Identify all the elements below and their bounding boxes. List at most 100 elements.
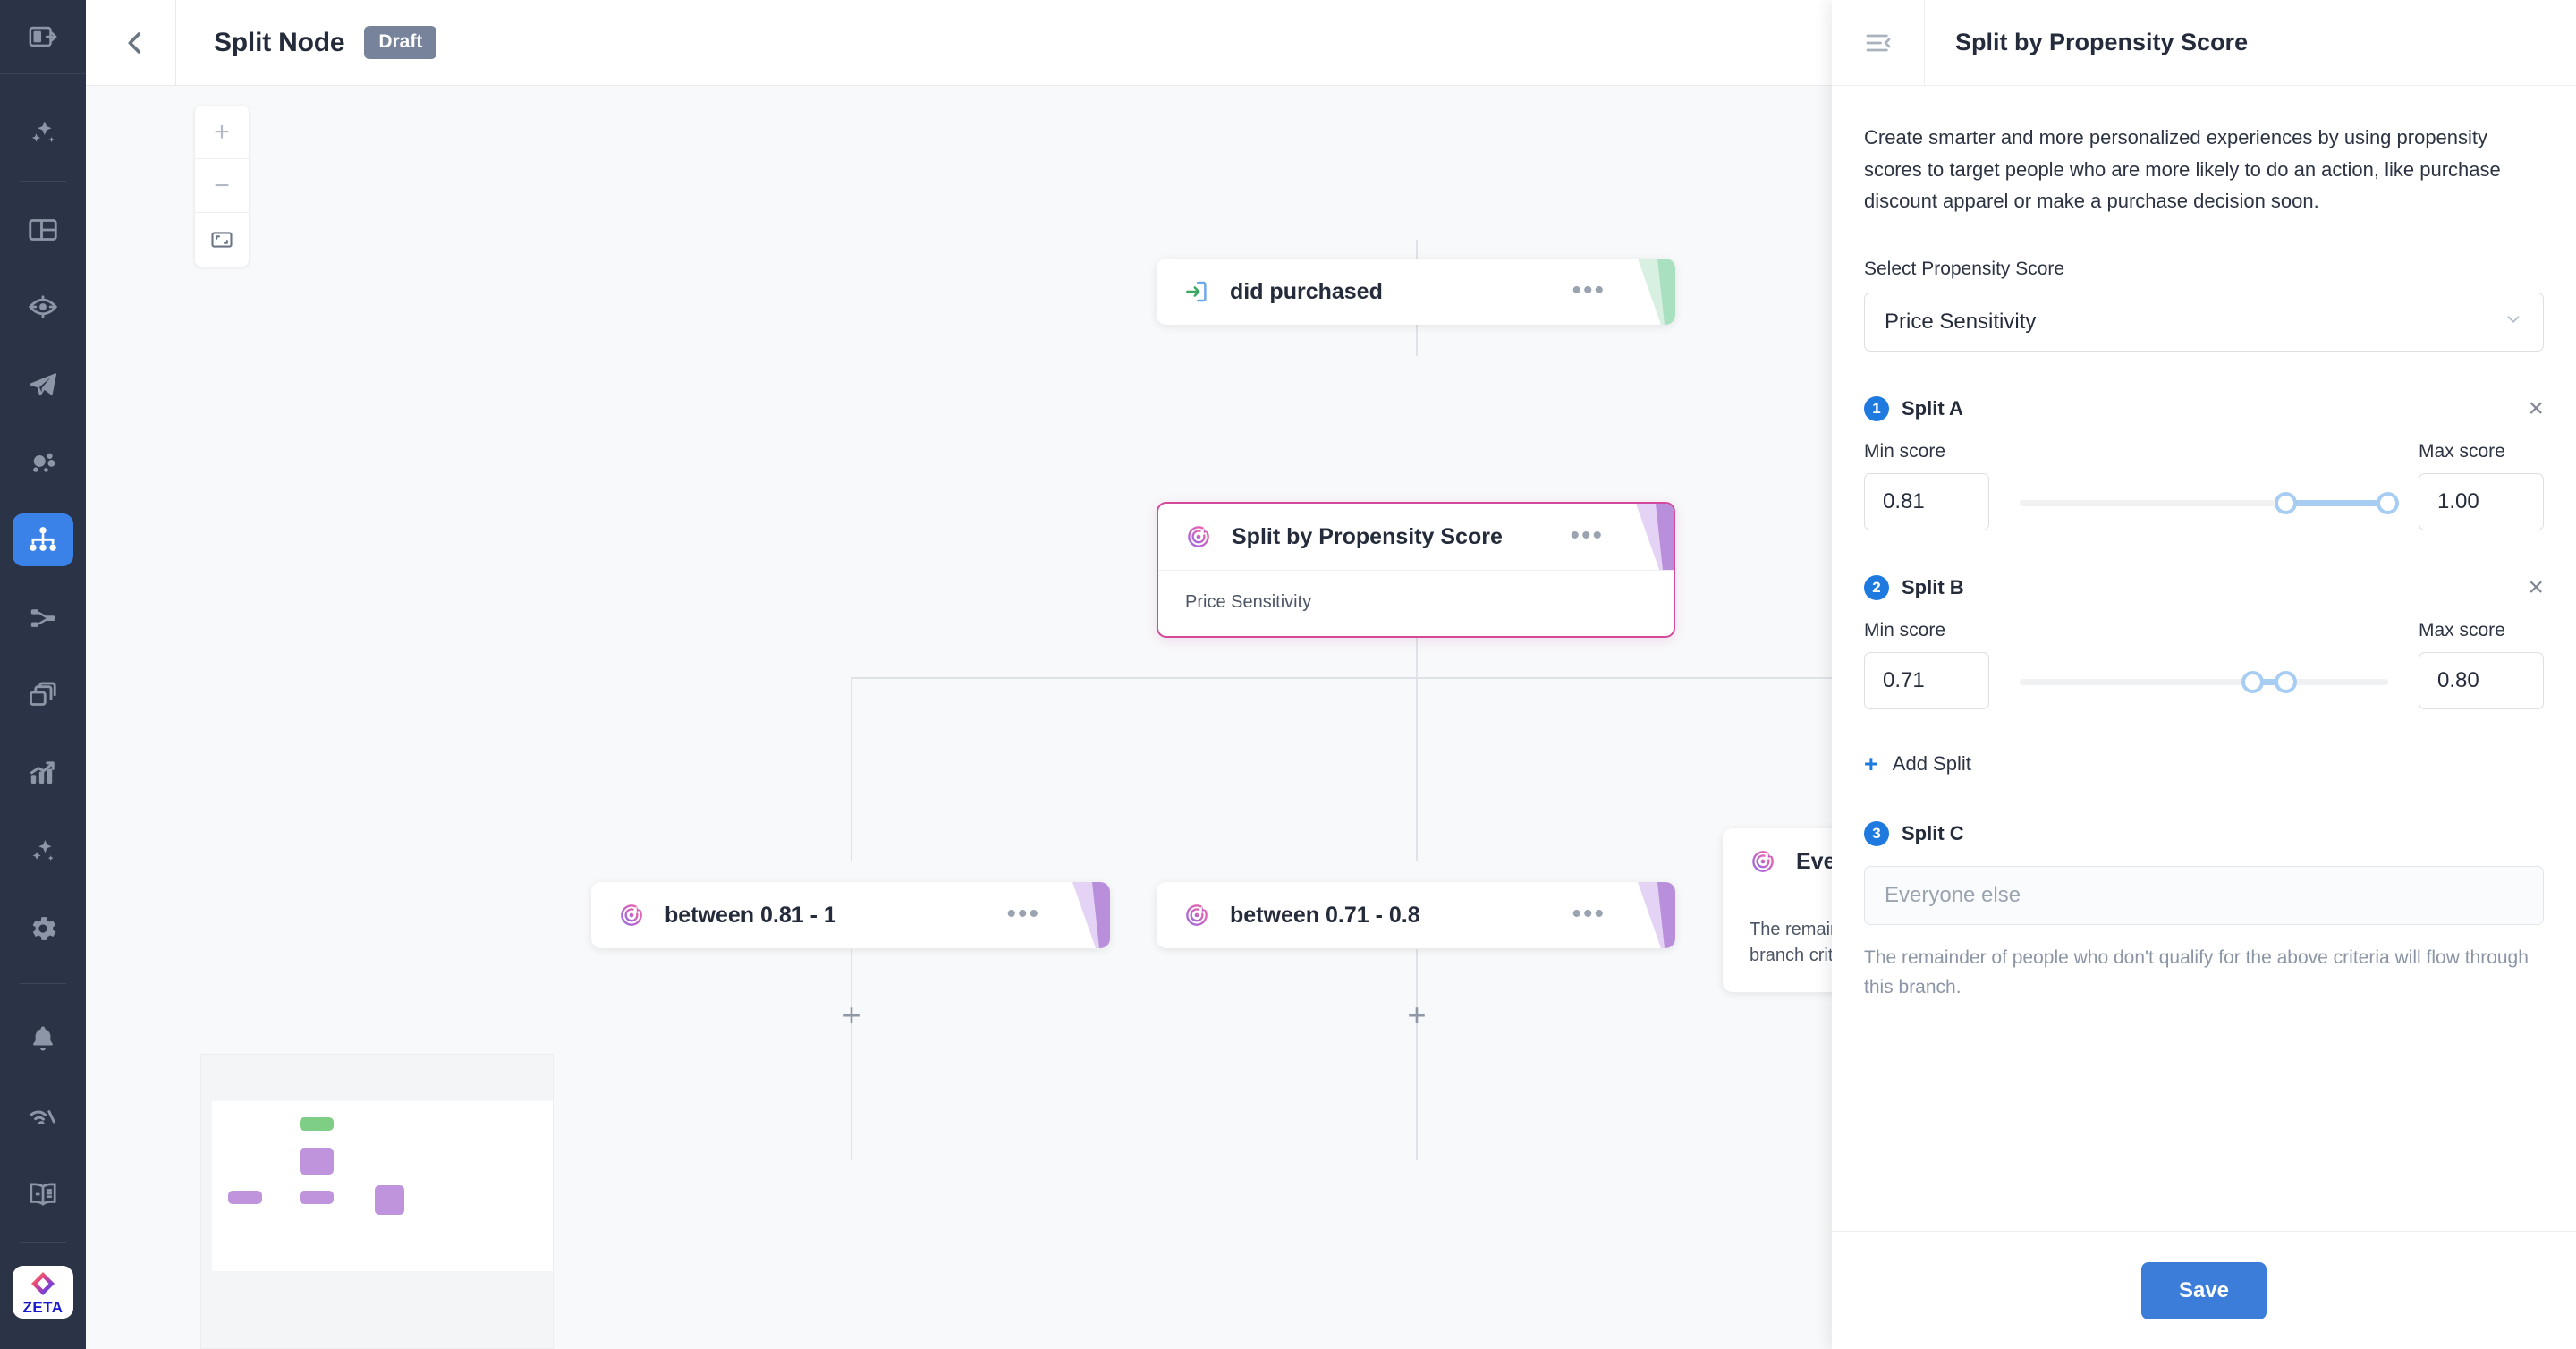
send-campaign-icon[interactable]: [13, 359, 73, 411]
content-library-icon[interactable]: [13, 669, 73, 722]
zoom-in-button[interactable]: +: [195, 106, 249, 159]
split-header-c: 3 Split C: [1864, 820, 2544, 846]
split-a-max-col: Max score 1.00: [2419, 441, 2544, 530]
min-score-label: Min score: [1864, 440, 1946, 462]
split-a-min-col: Min score 0.81: [1864, 441, 1989, 530]
split-number-badge: 3: [1864, 820, 1889, 846]
minimap-block: [375, 1185, 404, 1215]
canvas-node-between-081-1[interactable]: between 0.81 - 1 •••: [591, 882, 1110, 948]
audience-target-icon[interactable]: [13, 281, 73, 334]
propensity-score-select[interactable]: Price Sensitivity: [1864, 292, 2544, 352]
edge-branch-a-down: [851, 949, 852, 1160]
dashboard-layout-icon[interactable]: [13, 203, 73, 256]
slider-knob-max[interactable]: [2274, 670, 2297, 693]
remove-split-b-button[interactable]: ×: [2528, 573, 2544, 600]
entry-arrow-icon: [1183, 278, 1210, 305]
node-subtitle: Price Sensitivity: [1185, 592, 1312, 612]
zeta-wordmark: ZETA: [22, 1299, 64, 1317]
collapse-panel-icon[interactable]: [1832, 0, 1925, 86]
everyone-else-helper-text: The remainder of people who don't qualif…: [1864, 946, 2529, 998]
canvas-node-between-071-08[interactable]: between 0.71 - 0.8 •••: [1157, 882, 1675, 948]
slider-track: [2020, 678, 2388, 685]
panel-footer: Save: [1832, 1231, 2576, 1349]
activity-signal-icon[interactable]: [13, 1090, 73, 1143]
propensity-select-label: Select Propensity Score: [1864, 258, 2065, 279]
main-area: Split Node Draft + − did purchased ••• S…: [86, 0, 2576, 1349]
split-a-min-input[interactable]: 0.81: [1864, 472, 1989, 530]
left-nav-rail: ZETA: [0, 0, 86, 1349]
panel-collapse-icon[interactable]: [18, 12, 68, 62]
max-score-label: Max score: [2419, 619, 2505, 641]
propensity-score-value: Price Sensitivity: [1885, 309, 2037, 334]
split-header-b: 2 Split B ×: [1864, 573, 2544, 600]
split-name-label: Split B: [1902, 575, 1964, 598]
split-b-min-input[interactable]: 0.71: [1864, 651, 1989, 709]
sparkle-ai-icon[interactable]: [13, 107, 73, 160]
slider-knob-min[interactable]: [2274, 491, 2297, 514]
analytics-chart-icon[interactable]: [13, 747, 73, 800]
chevron-down-icon: [2504, 310, 2523, 334]
minimap-block: [300, 1148, 334, 1175]
split-b-range-slider[interactable]: [2020, 652, 2388, 709]
segments-cluster-icon[interactable]: [13, 437, 73, 489]
split-b-score-row: Min score 0.71 Max score 0.80: [1864, 620, 2544, 709]
panel-title: Split by Propensity Score: [1955, 29, 2249, 55]
node-accent-corner-purple: [1609, 504, 1674, 570]
workflow-nodes-icon[interactable]: [13, 591, 73, 644]
canvas-node-split-by-propensity-score[interactable]: Split by Propensity Score ••• Price Sens…: [1157, 502, 1675, 638]
canvas-node-did-purchased[interactable]: did purchased •••: [1157, 259, 1675, 325]
split-number-badge: 1: [1864, 395, 1889, 421]
split-b-min-col: Min score 0.71: [1864, 620, 1989, 709]
node-title: between 0.71 - 0.8: [1230, 902, 1420, 928]
app-root: ZETA Split Node Draft + − did purchased …: [0, 0, 2576, 1349]
top-bar-divider: [175, 0, 176, 86]
add-node-button-branch-a[interactable]: +: [835, 998, 869, 1032]
slider-fill: [2284, 499, 2388, 506]
journey-tree-icon[interactable]: [13, 513, 73, 567]
propensity-target-icon: [1750, 848, 1776, 875]
propensity-target-icon: [1183, 902, 1210, 929]
node-title: between 0.81 - 1: [665, 902, 836, 928]
propensity-target-icon: [1185, 523, 1212, 550]
fit-to-screen-icon[interactable]: [195, 213, 249, 267]
rail-divider-1: [20, 181, 66, 182]
propensity-target-icon: [618, 902, 645, 929]
zeta-logo[interactable]: ZETA: [13, 1266, 73, 1319]
node-accent-corner-purple: [1611, 882, 1675, 948]
plus-icon: +: [1864, 750, 1878, 777]
docs-book-icon[interactable]: [13, 1167, 73, 1220]
slider-knob-max[interactable]: [2377, 491, 2399, 514]
split-a-max-input[interactable]: 1.00: [2419, 472, 2544, 530]
node-title: did purchased: [1230, 278, 1383, 304]
settings-gear-icon[interactable]: [13, 902, 73, 954]
node-header: did purchased •••: [1157, 259, 1675, 325]
save-button[interactable]: Save: [2140, 1261, 2267, 1319]
slider-knob-min[interactable]: [2241, 670, 2264, 693]
split-name-label: Split A: [1902, 396, 1963, 420]
status-badge: Draft: [364, 26, 437, 59]
split-a-range-slider[interactable]: [2020, 473, 2399, 530]
split-b-max-input[interactable]: 0.80: [2419, 651, 2544, 709]
notifications-bell-icon[interactable]: [13, 1013, 73, 1065]
add-split-button[interactable]: + Add Split: [1864, 750, 2544, 777]
add-node-button-branch-b[interactable]: +: [1400, 998, 1434, 1032]
rail-divider-2: [20, 983, 66, 984]
zoom-out-button[interactable]: −: [195, 159, 249, 213]
canvas-minimap[interactable]: [200, 1054, 554, 1349]
split-number-badge: 2: [1864, 574, 1889, 600]
ai-sparkle-icon[interactable]: [13, 825, 73, 878]
split-a-score-row: Min score 0.81 Max score 1.00: [1864, 441, 2544, 530]
split-name-label: Split C: [1902, 821, 1964, 844]
back-button[interactable]: [106, 13, 165, 72]
zoom-controls: + −: [195, 106, 249, 267]
minimap-viewport: [212, 1101, 553, 1271]
split-config-panel: Split by Propensity Score Create smarter…: [1832, 0, 2576, 1349]
split-header-a: 1 Split A ×: [1864, 395, 2544, 421]
rail-divider-3: [20, 1242, 66, 1243]
minimap-block: [300, 1191, 334, 1204]
remove-split-a-button[interactable]: ×: [2528, 395, 2544, 421]
max-score-label: Max score: [2419, 440, 2505, 462]
add-split-label: Add Split: [1892, 752, 1971, 776]
edge-bus-to-branch-b: [1416, 677, 1418, 861]
node-accent-corner-green: [1611, 259, 1675, 325]
